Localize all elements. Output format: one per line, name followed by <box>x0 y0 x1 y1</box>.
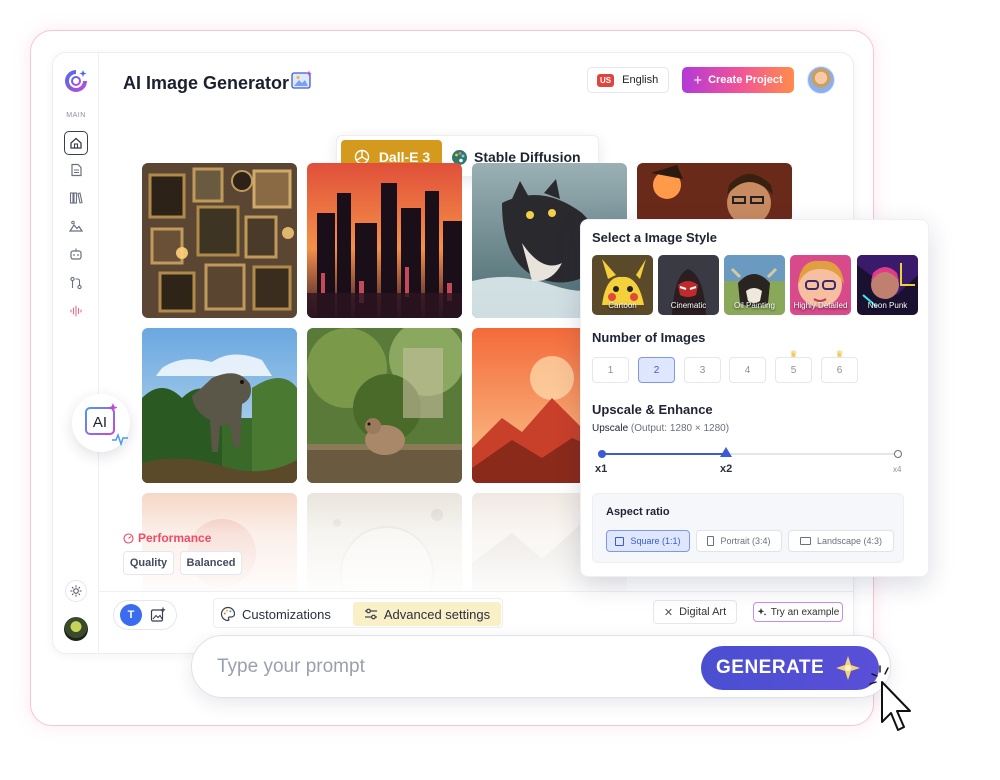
mouse-pointer-icon <box>869 665 911 731</box>
sparkle-icon <box>757 608 767 616</box>
image-add-icon[interactable] <box>150 607 166 623</box>
user-avatar[interactable] <box>807 66 835 94</box>
image-picture-icon <box>291 70 312 89</box>
page-title: AI Image Generator <box>123 73 290 93</box>
aspect-option-portrait[interactable]: Portrait (3:4) <box>696 530 782 552</box>
mountain-image-icon <box>69 220 83 232</box>
robot-icon <box>70 248 82 260</box>
upscale-title: Upscale & Enhance <box>592 402 713 417</box>
style-caption-cartoon: Cartoon <box>608 301 637 310</box>
style-card-oil-painting[interactable]: Oil Painting <box>724 255 785 315</box>
try-example-button[interactable]: Try an example <box>753 602 843 622</box>
generate-button[interactable]: GENERATE <box>701 646 879 690</box>
gallery-image-2[interactable] <box>307 163 462 318</box>
settings-tabs: Customizations Advanced settings <box>213 598 503 628</box>
prompt-input[interactable] <box>217 652 687 682</box>
plus-icon: + <box>693 71 703 89</box>
sparkle-icon <box>836 656 861 680</box>
number-option-6[interactable]: ♛ 6 <box>821 349 858 383</box>
create-project-label: Create Project <box>708 74 783 86</box>
sidebar-item-library[interactable] <box>66 188 86 208</box>
home-icon <box>70 137 82 149</box>
gallery-image-1[interactable] <box>142 163 297 318</box>
app-logo-icon[interactable] <box>62 67 90 95</box>
upscale-label-x4: x4 <box>893 465 902 474</box>
library-icon <box>69 192 83 204</box>
style-caption-cinematic: Cinematic <box>670 301 707 310</box>
tab-advanced-settings[interactable]: Advanced settings <box>353 602 501 626</box>
performance-quality-button[interactable]: Quality <box>123 551 174 575</box>
close-icon[interactable]: ✕ <box>664 606 673 619</box>
crown-icon: ♛ <box>789 349 798 359</box>
upscale-slider[interactable] <box>598 447 902 458</box>
upscale-slider-start <box>598 450 606 458</box>
sidebar-section-label: MAIN <box>66 112 86 119</box>
number-option-4[interactable]: 4 <box>729 357 766 383</box>
style-card-highly-detailed[interactable]: Highly Detailed <box>790 255 851 315</box>
theme-toggle-button[interactable] <box>65 580 87 602</box>
upscale-slider-end <box>894 450 902 458</box>
style-card-cartoon[interactable]: Cartoon <box>592 255 653 315</box>
language-selector[interactable]: US English <box>587 67 669 93</box>
sidebar-item-document[interactable] <box>66 160 86 180</box>
stage: MAIN AI Image Generator US English + Cre… <box>0 0 1000 780</box>
number-title: Number of Images <box>592 330 706 345</box>
number-option-1[interactable]: 1 <box>592 357 629 383</box>
git-flow-icon <box>70 276 82 290</box>
square-icon <box>615 536 625 546</box>
performance-balanced-button[interactable]: Balanced <box>180 551 242 575</box>
style-caption-oil-painting: Oil Painting <box>734 301 775 310</box>
audio-wave-icon <box>70 305 82 317</box>
portrait-icon <box>707 536 715 546</box>
tab-customizations[interactable]: Customizations <box>220 602 331 626</box>
aspect-option-square[interactable]: Square (1:1) <box>606 530 690 552</box>
sidebar-item-audio[interactable] <box>66 301 86 321</box>
ai-chip-icon: AI <box>85 403 128 447</box>
sidebar-item-home[interactable] <box>64 131 88 155</box>
text-mode-button[interactable]: T <box>120 604 142 626</box>
number-option-5[interactable]: ♛ 5 <box>775 349 812 383</box>
create-project-button[interactable]: + Create Project <box>682 67 794 93</box>
aspect-option-landscape[interactable]: Landscape (4:3) <box>788 530 894 552</box>
ai-badge-text: AI <box>93 414 107 431</box>
crown-icon: ♛ <box>835 349 844 359</box>
sun-icon <box>70 585 82 597</box>
ai-assistant-badge[interactable]: AI <box>72 394 130 452</box>
landscape-icon <box>799 537 811 545</box>
number-option-3[interactable]: 3 <box>684 357 721 383</box>
sidebar-item-image[interactable] <box>66 216 86 236</box>
gallery-image-5[interactable] <box>142 328 297 483</box>
prompt-bar: GENERATE <box>191 635 891 698</box>
style-chip-digital-art[interactable]: ✕ Digital Art <box>653 600 737 624</box>
style-panel-title: Select a Image Style <box>592 230 718 245</box>
aspect-title: Aspect ratio <box>606 506 670 518</box>
sidebar-item-bot[interactable] <box>66 244 86 264</box>
sidebar: MAIN <box>53 53 99 653</box>
sliders-icon <box>364 608 377 620</box>
upscale-subtitle: Upscale (Output: 1280 × 1280) <box>592 423 730 434</box>
upscale-slider-fill <box>601 453 727 455</box>
style-card-neon-punk[interactable]: Neon Punk <box>857 255 918 315</box>
image-style-panel: Select a Image Style Cartoon Cinematic O… <box>580 219 929 577</box>
input-mode-switch: T <box>113 600 177 630</box>
sidebar-user-avatar[interactable] <box>64 617 88 641</box>
aspect-ratio-box: Aspect ratio Square (1:1) Portrait (3:4)… <box>592 493 904 563</box>
sidebar-item-flow[interactable] <box>66 273 86 293</box>
gauge-icon <box>123 532 134 544</box>
us-flag-icon: US <box>597 73 615 87</box>
gallery-image-6[interactable] <box>307 328 462 483</box>
upscale-slider-handle[interactable] <box>720 447 732 457</box>
gallery-image-4[interactable] <box>637 163 792 223</box>
palette-icon <box>220 606 236 622</box>
number-option-2[interactable]: 2 <box>638 357 675 383</box>
style-card-cinematic[interactable]: Cinematic <box>658 255 719 315</box>
document-icon <box>70 163 82 177</box>
upscale-label-x1: x1 <box>595 463 608 475</box>
style-caption-highly-detailed: Highly Detailed <box>793 301 848 310</box>
generate-label: GENERATE <box>716 657 825 678</box>
upscale-label-x2: x2 <box>720 463 733 475</box>
style-caption-neon-punk: Neon Punk <box>867 301 908 310</box>
language-label: English <box>622 74 659 86</box>
performance-label: Performance <box>123 531 211 545</box>
